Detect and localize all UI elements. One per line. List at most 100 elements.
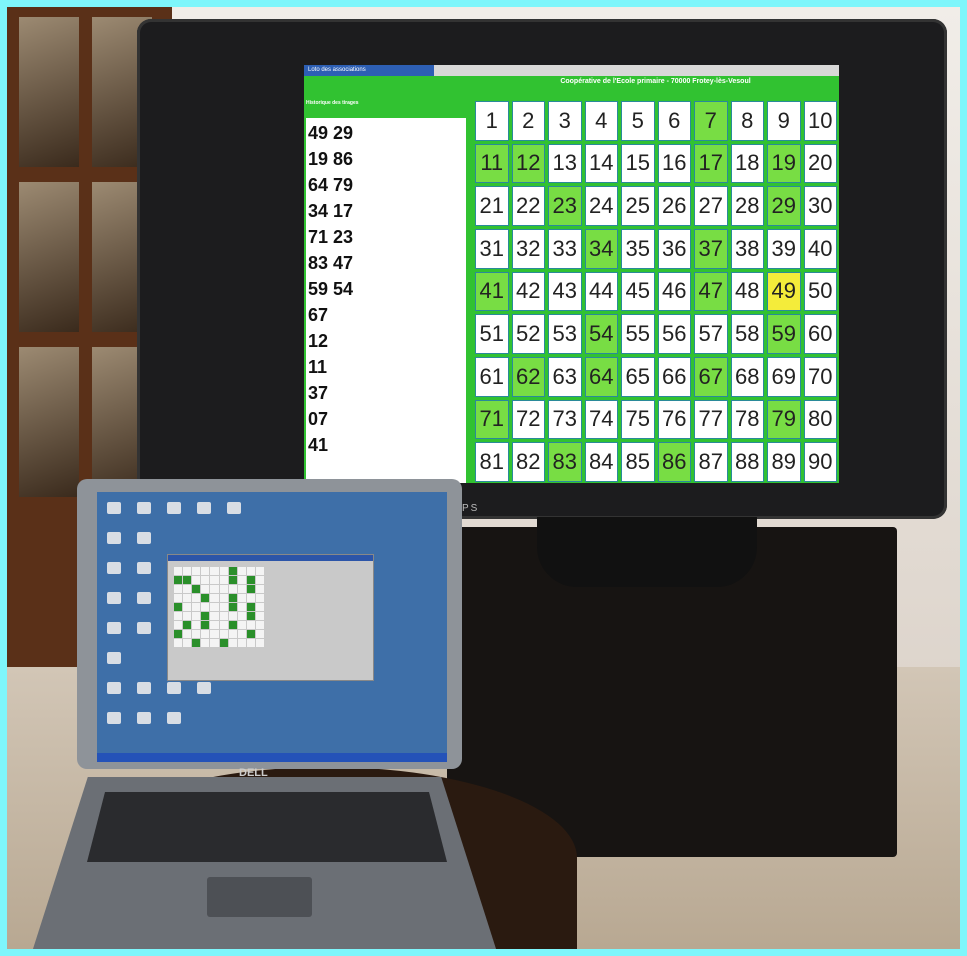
board-cell: 65 <box>621 357 655 397</box>
history-row: 59 54 <box>308 279 354 299</box>
board-cell: 27 <box>694 186 728 226</box>
board-cell: 9 <box>767 101 801 141</box>
board-cell: 18 <box>730 143 764 184</box>
board-cell: 60 <box>803 314 837 354</box>
board-cell: 73 <box>548 399 582 440</box>
board-cell: 10 <box>803 101 837 141</box>
board-cell: 86 <box>657 442 691 482</box>
history-row: 34 17 <box>308 201 354 221</box>
board-cell: 33 <box>548 229 582 269</box>
board-cell: 48 <box>730 271 764 312</box>
board-cell: 59 <box>767 314 801 354</box>
board-cell: 75 <box>621 399 655 440</box>
board-cell: 30 <box>803 186 837 226</box>
board-cell: 53 <box>548 314 582 354</box>
history-row: 71 23 <box>308 227 354 247</box>
board-cell: 80 <box>803 399 837 440</box>
board-cell: 84 <box>584 442 618 482</box>
board-cell: 31 <box>475 229 509 269</box>
board-cell: 22 <box>511 186 545 226</box>
board-cell: 34 <box>584 229 618 269</box>
board-cell: 24 <box>584 186 618 226</box>
laptop-taskbar <box>97 753 447 762</box>
board-cell: 88 <box>730 442 764 482</box>
history-label: Historique des tirages <box>306 100 359 106</box>
board-cell: 85 <box>621 442 655 482</box>
board-cell: 26 <box>657 186 691 226</box>
history-row: 12 <box>308 331 329 351</box>
laptop-desktop <box>97 492 447 762</box>
board-cell: 29 <box>767 186 801 226</box>
history-row: 37 <box>308 383 329 403</box>
board-cell: 77 <box>694 399 728 440</box>
board-cell: 76 <box>657 399 691 440</box>
history-row: 67 <box>308 305 329 325</box>
board-cell: 81 <box>475 442 509 482</box>
board-cell: 21 <box>475 186 509 226</box>
board-cell: 68 <box>730 357 764 397</box>
board-cell: 45 <box>621 271 655 312</box>
board-cell: 25 <box>621 186 655 226</box>
board-cell: 62 <box>511 357 545 397</box>
board-cell: 44 <box>584 271 618 312</box>
board-cell: 20 <box>803 143 837 184</box>
board-cell: 41 <box>475 271 509 312</box>
board-cell: 39 <box>767 229 801 269</box>
board-cell: 55 <box>621 314 655 354</box>
laptop-keyboard <box>87 792 447 862</box>
board-cell: 50 <box>803 271 837 312</box>
board-cell: 42 <box>511 271 545 312</box>
board-cell: 19 <box>767 143 801 184</box>
board-cell: 49 <box>767 271 801 312</box>
board-cell: 90 <box>803 442 837 482</box>
number-board: 1 2 3 4 5 6 7 8 9 10 11 12 13 14 15 16 17 18 19 20 21 22 23 24 2… <box>475 101 837 482</box>
history-row: 64 79 <box>308 175 354 195</box>
board-cell: 89 <box>767 442 801 482</box>
board-cell: 15 <box>621 143 655 184</box>
laptop-touchpad <box>207 877 312 917</box>
board-cell: 47 <box>694 271 728 312</box>
tv-screen: Loto des associations Coopérative de l'E… <box>304 65 839 483</box>
board-cell: 36 <box>657 229 691 269</box>
board-cell: 40 <box>803 229 837 269</box>
board-cell: 87 <box>694 442 728 482</box>
board-cell: 56 <box>657 314 691 354</box>
board-cell: 2 <box>511 101 545 141</box>
board-cell: 52 <box>511 314 545 354</box>
history-row: 49 29 <box>308 123 354 143</box>
board-cell: 17 <box>694 143 728 184</box>
history-row: 07 <box>308 409 329 429</box>
board-cell: 57 <box>694 314 728 354</box>
board-cell: 32 <box>511 229 545 269</box>
board-cell: 82 <box>511 442 545 482</box>
board-cell: 67 <box>694 357 728 397</box>
header-title: Coopérative de l'Ecole primaire - 70000 … <box>560 78 751 85</box>
board-cell: 1 <box>475 101 509 141</box>
history-row: 83 47 <box>308 253 354 273</box>
board-cell: 54 <box>584 314 618 354</box>
laptop-mini-board <box>174 567 264 647</box>
history-row: 19 86 <box>308 149 354 169</box>
board-cell: 4 <box>584 101 618 141</box>
board-cell: 28 <box>730 186 764 226</box>
board-cell: 64 <box>584 357 618 397</box>
board-cell: 51 <box>475 314 509 354</box>
board-cell: 72 <box>511 399 545 440</box>
board-cell: 13 <box>548 143 582 184</box>
board-cell: 78 <box>730 399 764 440</box>
draw-history: 49 29 19 86 64 79 34 17 71 23 83 47 59 54 67 12 1… <box>306 118 466 483</box>
board-cell: 23 <box>548 186 582 226</box>
photo: PHILIPS Loto des associations Coopérativ… <box>7 7 960 949</box>
board-cell: 37 <box>694 229 728 269</box>
board-cell: 79 <box>767 399 801 440</box>
board-cell: 7 <box>694 101 728 141</box>
board-cell: 70 <box>803 357 837 397</box>
board-cell: 69 <box>767 357 801 397</box>
board-cell: 43 <box>548 271 582 312</box>
board-cell: 61 <box>475 357 509 397</box>
board-cell: 3 <box>548 101 582 141</box>
window-titlebar: Loto des associations <box>304 65 839 76</box>
board-cell: 14 <box>584 143 618 184</box>
board-cell: 11 <box>475 143 509 184</box>
board-cell: 38 <box>730 229 764 269</box>
